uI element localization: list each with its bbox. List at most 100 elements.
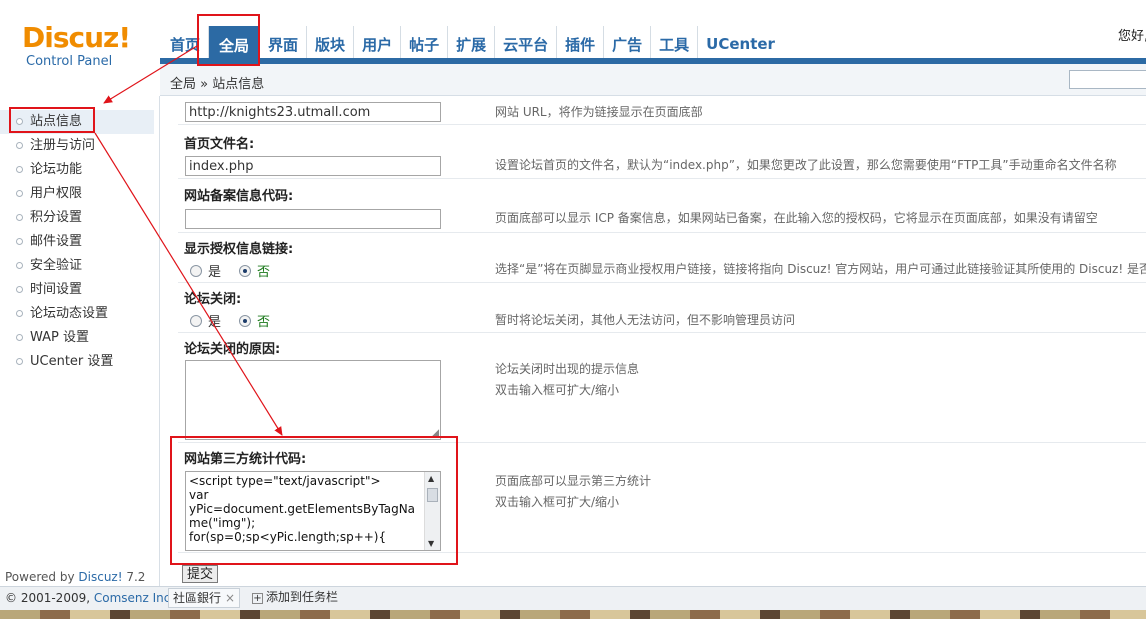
close-reason-textarea[interactable]: ◢ (185, 360, 441, 440)
logo-text: Discuz! (22, 21, 131, 54)
site-url-input[interactable] (185, 102, 441, 122)
sidebar-item-wap[interactable]: WAP 设置 (0, 326, 154, 350)
close-reason-tip: 论坛关闭时出现的提示信息 (495, 362, 640, 376)
forum-closed-yes-label: 是 (208, 315, 222, 330)
icp-tip: 页面底部可以显示 ICP 备案信息，如果网站已备案，在此输入您的授权码，它将显示… (495, 211, 1098, 225)
index-file-tip: 设置论坛首页的文件名，默认为“index.php”，如果您更改了此设置，那么您需… (495, 158, 1117, 172)
forum-closed-title: 论坛关闭: (184, 292, 242, 307)
license-link-no-label: 否 (257, 265, 271, 280)
nav-users[interactable]: 用户 (354, 26, 402, 62)
bullet-icon (16, 142, 23, 149)
sidebar-item-label: 论坛动态设置 (30, 306, 109, 321)
sidebar-item-label: 注册与访问 (30, 138, 96, 153)
copyright-brand[interactable]: Comsenz Inc. (94, 591, 174, 605)
powered-by-version: 7.2 (126, 570, 146, 584)
stats-code-textarea[interactable]: <script type="text/javascript"> var yPic… (185, 471, 441, 551)
scroll-down-icon[interactable]: ▼ (428, 539, 434, 548)
license-link-title: 显示授权信息链接: (184, 242, 294, 257)
sidebar-item-label: 时间设置 (30, 282, 83, 297)
powered-by-brand[interactable]: Discuz! (78, 570, 122, 584)
setting-stats-code: 网站第三方统计代码: <script type="text/javascript… (178, 443, 1146, 553)
sidebar-item-label: 安全验证 (30, 258, 83, 273)
nav-forums[interactable]: 版块 (307, 26, 355, 62)
bullet-icon (16, 310, 23, 317)
sidebar-menu: 站点信息 注册与访问 论坛功能 用户权限 积分设置 邮件设置 安全验证 时间设置… (0, 110, 154, 374)
sidebar-item-credits[interactable]: 积分设置 (0, 206, 154, 230)
forum-closed-radio-yes[interactable] (190, 314, 202, 327)
sidebar-item-label: 积分设置 (30, 210, 83, 225)
bullet-icon (16, 238, 23, 245)
sidebar-item-time[interactable]: 时间设置 (0, 278, 154, 302)
license-link-radio-no[interactable] (239, 264, 252, 277)
taskbar-tab[interactable]: 社區銀行 × (168, 588, 241, 608)
close-icon[interactable]: × (225, 591, 235, 605)
stats-code-scrollbar[interactable]: ▲ ▼ (424, 472, 440, 550)
sidebar-item-registration[interactable]: 注册与访问 (0, 134, 154, 158)
nav-tools[interactable]: 工具 (651, 26, 699, 62)
nav-ads[interactable]: 广告 (604, 26, 652, 62)
index-file-input[interactable] (185, 156, 441, 176)
stats-code-tip: 页面底部可以显示第三方统计 (495, 474, 652, 488)
desktop-background-strip (0, 610, 1146, 619)
sidebar-item-user-permissions[interactable]: 用户权限 (0, 182, 154, 206)
bullet-icon (16, 214, 23, 221)
icp-input[interactable] (185, 209, 441, 229)
bullet-icon (16, 118, 23, 125)
index-file-title: 首页文件名: (184, 137, 255, 152)
close-reason-title: 论坛关闭的原因: (184, 342, 281, 357)
nav-posts[interactable]: 帖子 (401, 26, 449, 62)
scroll-up-icon[interactable]: ▲ (428, 474, 434, 483)
discuz-logo[interactable]: Discuz! Control Panel (22, 22, 132, 70)
taskbar-tab-label: 社區銀行 (173, 591, 222, 605)
setting-icp: 网站备案信息代码: 页面底部可以显示 ICP 备案信息，如果网站已备案，在此输入… (178, 179, 1146, 233)
header: Discuz! Control Panel 首页 全局 界面 版块 用户 帖子 … (0, 0, 1146, 69)
sidebar-item-label: 站点信息 (30, 114, 83, 129)
bullet-icon (16, 334, 23, 341)
forum-closed-no-label: 否 (257, 315, 271, 330)
nav-ucenter[interactable]: UCenter (698, 26, 783, 62)
license-link-radio-yes[interactable] (190, 264, 202, 277)
scroll-thumb[interactable] (427, 488, 438, 502)
sidebar-item-site-info[interactable]: 站点信息 (0, 110, 154, 134)
nav-plugins[interactable]: 插件 (557, 26, 605, 62)
setting-license-link: 显示授权信息链接: 是 否 选择“是”将在页脚显示商业授权用户链接，链接将指向 … (178, 233, 1146, 283)
sidebar-item-forum-feed[interactable]: 论坛动态设置 (0, 302, 154, 326)
forum-closed-radio-no[interactable] (239, 314, 252, 327)
close-reason-tip-2: 双击输入框可扩大/缩小 (495, 383, 620, 397)
footer: © 2001-2009, Comsenz Inc. 社區銀行 × + 添加到任务栏 (0, 586, 1146, 610)
sidebar-item-ucenter[interactable]: UCenter 设置 (0, 350, 154, 374)
nav-cloud-platform[interactable]: 云平台 (495, 26, 558, 62)
setting-index-file: 首页文件名: 设置论坛首页的文件名，默认为“index.php”，如果您更改了此… (178, 125, 1146, 179)
stats-code-tip-2: 双击输入框可扩大/缩小 (495, 495, 620, 509)
stats-code-value: <script type="text/javascript"> var yPic… (189, 474, 416, 544)
top-nav: 首页 全局 界面 版块 用户 帖子 扩展 云平台 插件 广告 工具 UCente… (162, 26, 783, 64)
sidebar-item-label: 邮件设置 (30, 234, 83, 249)
setting-forum-closed: 论坛关闭: 是 否 暂时将论坛关闭，其他人无法访问，但不影响管理员访问 (178, 283, 1146, 333)
nav-interface[interactable]: 界面 (260, 26, 308, 62)
sidebar-item-security[interactable]: 安全验证 (0, 254, 154, 278)
sidebar: 站点信息 注册与访问 论坛功能 用户权限 积分设置 邮件设置 安全验证 时间设置… (0, 96, 160, 586)
nav-extensions[interactable]: 扩展 (448, 26, 496, 62)
search-input[interactable] (1069, 70, 1146, 89)
setting-site-url: 网站 URL，将作为链接显示在页面底部 (178, 97, 1146, 125)
sidebar-item-email[interactable]: 邮件设置 (0, 230, 154, 254)
bullet-icon (16, 190, 23, 197)
copyright: © 2001-2009, Comsenz Inc. (5, 591, 174, 605)
sidebar-item-label: WAP 设置 (30, 330, 90, 345)
sidebar-item-label: 论坛功能 (30, 162, 83, 177)
setting-close-reason: 论坛关闭的原因: ◢ 论坛关闭时出现的提示信息 双击输入框可扩大/缩小 (178, 333, 1146, 443)
bullet-icon (16, 166, 23, 173)
license-link-radio-group: 是 否 (190, 261, 288, 280)
nav-home[interactable]: 首页 (162, 26, 210, 62)
resize-grip-icon[interactable]: ◢ (432, 428, 439, 438)
breadcrumb-bar: 全局 » 站点信息 (160, 64, 1146, 96)
plus-icon: + (252, 593, 263, 604)
settings-form: 网站 URL，将作为链接显示在页面底部 首页文件名: 设置论坛首页的文件名，默认… (160, 97, 1146, 588)
add-to-taskbar-button[interactable]: + 添加到任务栏 (248, 588, 342, 608)
forum-closed-tip: 暂时将论坛关闭，其他人无法访问，但不影响管理员访问 (495, 313, 796, 327)
sidebar-item-forum-features[interactable]: 论坛功能 (0, 158, 154, 182)
sidebar-item-label: UCenter 设置 (30, 354, 114, 369)
submit-button[interactable]: 提交 (182, 565, 219, 583)
powered-by: Powered by Discuz! 7.2 (5, 570, 145, 584)
add-to-taskbar-label: 添加到任务栏 (266, 590, 339, 604)
